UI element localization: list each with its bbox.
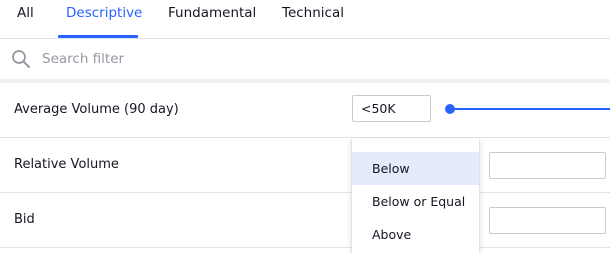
condition-dropdown: Below Below or Equal Above bbox=[351, 139, 480, 253]
filter-row-bid: Bid bbox=[0, 193, 610, 248]
dropdown-option-below[interactable]: Below bbox=[352, 152, 479, 185]
tab-fundamental[interactable]: Fundamental bbox=[168, 5, 256, 21]
tab-all[interactable]: All bbox=[17, 5, 34, 21]
filter-tabs: All Descriptive Fundamental Technical bbox=[0, 0, 610, 39]
dropdown-option-above[interactable]: Above bbox=[352, 218, 479, 251]
slider-track[interactable] bbox=[450, 108, 610, 110]
search-icon bbox=[12, 50, 30, 68]
filter-value-input[interactable] bbox=[489, 152, 606, 179]
filter-row-average-volume: Average Volume (90 day) <50K bbox=[0, 83, 610, 138]
filter-value-input[interactable] bbox=[489, 207, 606, 234]
dropdown-option-below-or-equal[interactable]: Below or Equal bbox=[352, 185, 479, 218]
tab-technical[interactable]: Technical bbox=[282, 5, 344, 21]
search-input[interactable] bbox=[42, 48, 582, 70]
tab-descriptive[interactable]: Descriptive bbox=[66, 5, 142, 21]
filter-label: Bid bbox=[14, 212, 35, 227]
filter-label: Average Volume (90 day) bbox=[14, 102, 179, 117]
filter-row-relative-volume: Relative Volume bbox=[0, 138, 610, 193]
filter-value-select[interactable]: <50K bbox=[352, 95, 431, 122]
slider-handle[interactable] bbox=[445, 104, 455, 114]
filter-label: Relative Volume bbox=[14, 157, 119, 172]
active-tab-indicator bbox=[58, 35, 138, 38]
search-bar bbox=[0, 39, 610, 79]
